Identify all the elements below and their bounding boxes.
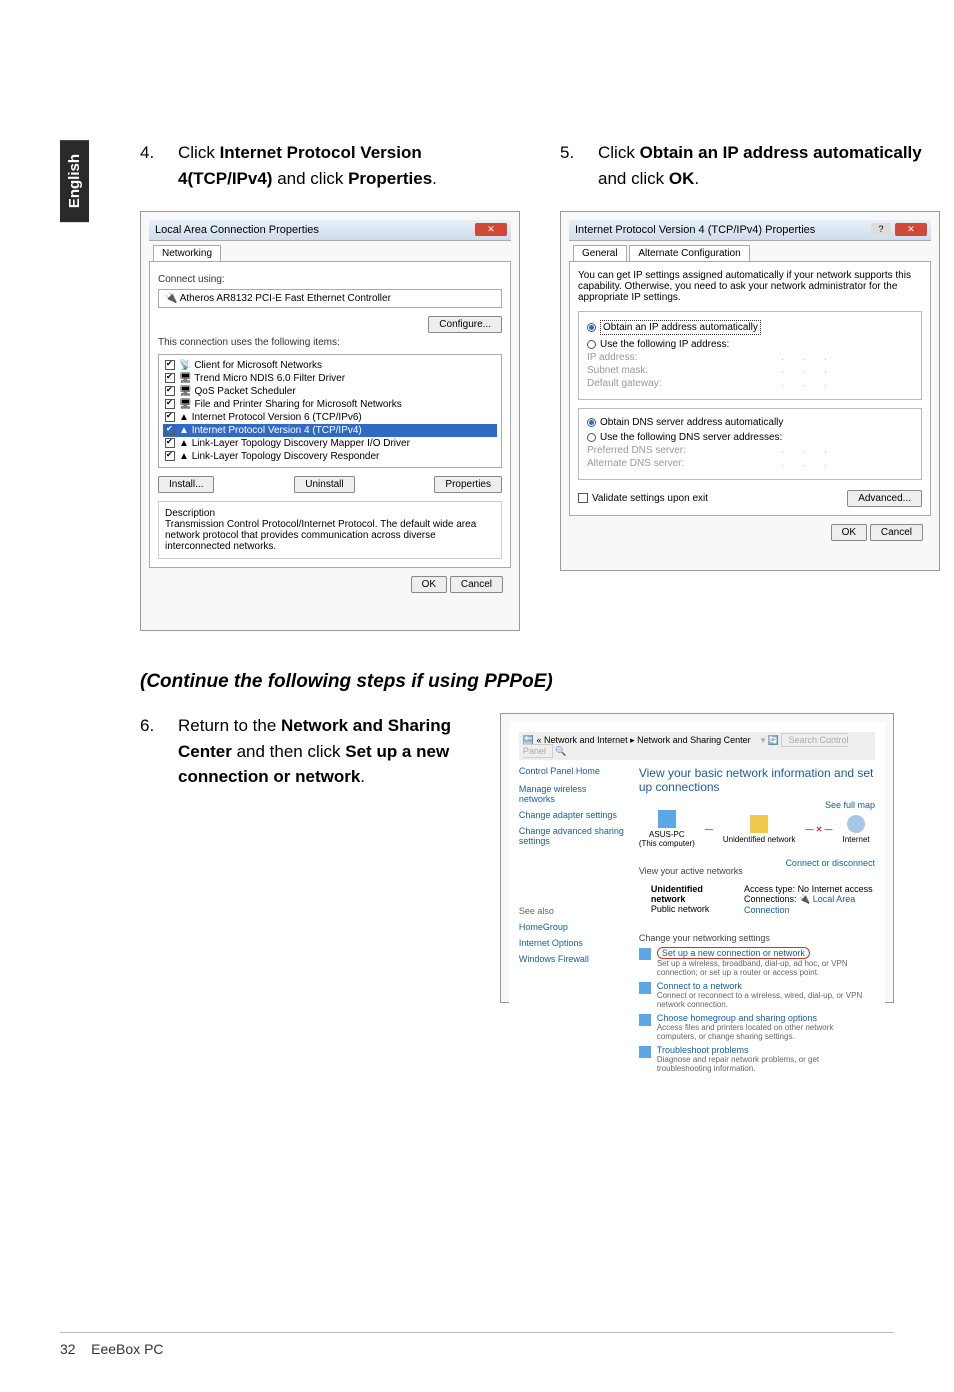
configure-button[interactable]: Configure... [428, 316, 502, 333]
help-icon[interactable]: ? [871, 223, 891, 235]
step-4: 4. Click Internet Protocol Version 4(TCP… [140, 140, 520, 191]
description-heading: Description [165, 508, 495, 519]
cancel-button[interactable]: Cancel [870, 524, 923, 541]
dialog-title: Internet Protocol Version 4 (TCP/IPv4) P… [575, 224, 815, 236]
page-footer: 32 EeeBox PC [60, 1332, 894, 1357]
dialog-titlebar: Local Area Connection Properties ✕ [149, 220, 511, 241]
items-label: This connection uses the following items… [158, 337, 502, 348]
active-networks-label: View your active networks [639, 866, 743, 876]
validate-checkbox[interactable]: Validate settings upon exit [578, 493, 708, 504]
breadcrumb[interactable]: 🔙 « Network and Internet ▸ Network and S… [519, 732, 875, 760]
connection-items-list[interactable]: 📡 Client for Microsoft Networks 🖥 Trend … [158, 354, 502, 468]
network-diagram: ASUS-PC(This computer) — Unidentified ne… [639, 810, 875, 848]
ok-button[interactable]: OK [411, 576, 447, 593]
description-box: Description Transmission Control Protoco… [158, 501, 502, 559]
network-sharing-screenshot: 🔙 « Network and Internet ▸ Network and S… [500, 713, 894, 1003]
network-entry: Unidentified network Public network [651, 884, 724, 915]
adapter-field: 🔌 Atheros AR8132 PCI-E Fast Ethernet Con… [158, 289, 502, 308]
sidebar-link[interactable]: Manage wireless networks [519, 784, 625, 804]
list-item[interactable]: 🖥 QoS Packet Scheduler [163, 385, 497, 398]
intro-text: You can get IP settings assigned automat… [578, 270, 922, 303]
continue-heading: (Continue the following steps if using P… [140, 671, 894, 693]
gateway-label: Default gateway: [587, 378, 697, 389]
list-item[interactable]: ▲ Link-Layer Topology Discovery Responde… [163, 450, 497, 463]
ns-heading: View your basic network information and … [639, 766, 875, 794]
close-icon[interactable]: ✕ [895, 223, 927, 236]
sidebar-link[interactable]: Change advanced sharing settings [519, 826, 625, 846]
step-body: Click Obtain an IP address automatically… [598, 140, 940, 191]
sidebar-link[interactable]: Change adapter settings [519, 810, 625, 820]
close-icon[interactable]: ✕ [475, 223, 507, 236]
ns-option[interactable]: Connect to a networkConnect or reconnect… [639, 981, 875, 1009]
ns-option[interactable]: Choose homegroup and sharing optionsAcce… [639, 1013, 875, 1041]
step-number: 4. [140, 140, 160, 191]
connect-disconnect-link[interactable]: Connect or disconnect [785, 858, 875, 880]
step-body: Click Internet Protocol Version 4(TCP/IP… [178, 140, 520, 191]
ipv4-properties-screenshot: Internet Protocol Version 4 (TCP/IPv4) P… [560, 211, 940, 571]
step-5: 5. Click Obtain an IP address automatica… [560, 140, 940, 191]
list-item-selected[interactable]: ▲ Internet Protocol Version 4 (TCP/IPv4) [163, 424, 497, 437]
install-button[interactable]: Install... [158, 476, 214, 493]
step-number: 5. [560, 140, 580, 191]
radio-use-ip[interactable]: Use the following IP address: [587, 339, 913, 350]
see-also-label: See also [519, 906, 625, 916]
description-body: Transmission Control Protocol/Internet P… [165, 519, 495, 552]
list-item[interactable]: ▲ Internet Protocol Version 6 (TCP/IPv6) [163, 411, 497, 424]
subnet-label: Subnet mask: [587, 365, 697, 376]
step-6: 6. Return to the Network and Sharing Cen… [140, 713, 470, 790]
language-tab: English [60, 140, 89, 222]
adns-label: Alternate DNS server: [587, 458, 697, 469]
tab-alternate[interactable]: Alternate Configuration [629, 245, 749, 261]
cp-home-link[interactable]: Control Panel Home [519, 766, 625, 776]
ns-option[interactable]: Set up a new connection or networkSet up… [639, 947, 875, 977]
step-body: Return to the Network and Sharing Center… [178, 713, 470, 790]
sidebar-link[interactable]: HomeGroup [519, 922, 625, 932]
radio-obtain-dns[interactable]: Obtain DNS server address automatically [587, 417, 913, 428]
advanced-button[interactable]: Advanced... [847, 490, 922, 507]
properties-button[interactable]: Properties [434, 476, 502, 493]
ok-button[interactable]: OK [831, 524, 867, 541]
lac-properties-screenshot: Local Area Connection Properties ✕ Netwo… [140, 211, 520, 631]
ip-address-label: IP address: [587, 352, 697, 363]
change-settings-label: Change your networking settings [639, 933, 875, 943]
tab-general[interactable]: General [573, 245, 627, 261]
see-full-map-link[interactable]: See full map [825, 800, 875, 810]
ns-option[interactable]: Troubleshoot problemsDiagnose and repair… [639, 1045, 875, 1073]
product-name: EeeBox PC [91, 1341, 163, 1357]
list-item[interactable]: 🖥 Trend Micro NDIS 6.0 Filter Driver [163, 372, 497, 385]
dialog-title: Local Area Connection Properties [155, 224, 319, 236]
uninstall-button[interactable]: Uninstall [294, 476, 354, 493]
list-item[interactable]: ▲ Link-Layer Topology Discovery Mapper I… [163, 437, 497, 450]
step-number: 6. [140, 713, 160, 790]
ip-group: Obtain an IP address automatically Use t… [578, 311, 922, 400]
pdns-label: Preferred DNS server: [587, 445, 697, 456]
radio-use-dns[interactable]: Use the following DNS server addresses: [587, 432, 913, 443]
connect-using-label: Connect using: [158, 274, 502, 285]
radio-obtain-ip[interactable]: Obtain an IP address automatically [587, 320, 913, 335]
cancel-button[interactable]: Cancel [450, 576, 503, 593]
list-item[interactable]: 📡 Client for Microsoft Networks [163, 359, 497, 372]
page-number: 32 [60, 1341, 76, 1357]
dialog-titlebar: Internet Protocol Version 4 (TCP/IPv4) P… [569, 220, 931, 241]
sidebar-link[interactable]: Windows Firewall [519, 954, 625, 964]
tab-networking[interactable]: Networking [153, 245, 221, 261]
list-item[interactable]: 🖥 File and Printer Sharing for Microsoft… [163, 398, 497, 411]
sidebar-link[interactable]: Internet Options [519, 938, 625, 948]
dns-group: Obtain DNS server address automatically … [578, 408, 922, 480]
